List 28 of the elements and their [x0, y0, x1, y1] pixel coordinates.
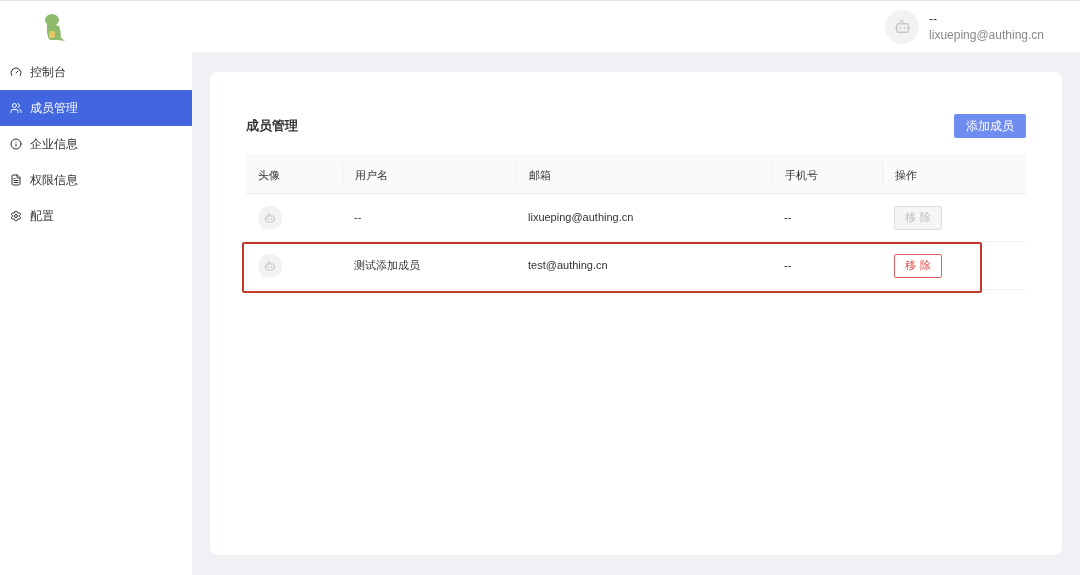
avatar [258, 253, 282, 278]
sidebar-item[interactable]: 权限信息 [0, 162, 192, 198]
avatar [885, 9, 920, 44]
sidebar-item[interactable]: 控制台 [0, 54, 192, 90]
sidebar-item[interactable]: 成员管理 [0, 90, 192, 126]
table-cell: test@authing.cn [528, 259, 608, 272]
column-header: 邮箱 [529, 168, 551, 181]
table-cell: -- [354, 211, 362, 224]
sidebar-item[interactable]: 企业信息 [0, 126, 192, 162]
document-icon [10, 174, 22, 186]
page-title: 成员管理 [246, 117, 298, 136]
sidebar-item[interactable]: 配置 [0, 198, 192, 234]
user-name: -- [929, 10, 939, 27]
remove-button[interactable]: 移 除 [894, 253, 942, 278]
column-header: 手机号 [785, 168, 818, 181]
user-email: lixueping@authing.cn [929, 26, 1044, 43]
column-header: 头像 [258, 168, 280, 181]
gauge-icon [10, 66, 22, 78]
settings-icon [10, 210, 22, 222]
table-cell: -- [784, 211, 792, 224]
users-icon [10, 102, 22, 114]
info-icon [10, 138, 22, 150]
column-header: 用户名 [355, 168, 388, 181]
column-header: 操作 [895, 168, 917, 181]
table-cell: -- [784, 259, 792, 272]
table-cell: 测试添加成员 [354, 259, 420, 272]
table-cell: lixueping@authing.cn [528, 211, 634, 224]
avatar [258, 205, 282, 230]
